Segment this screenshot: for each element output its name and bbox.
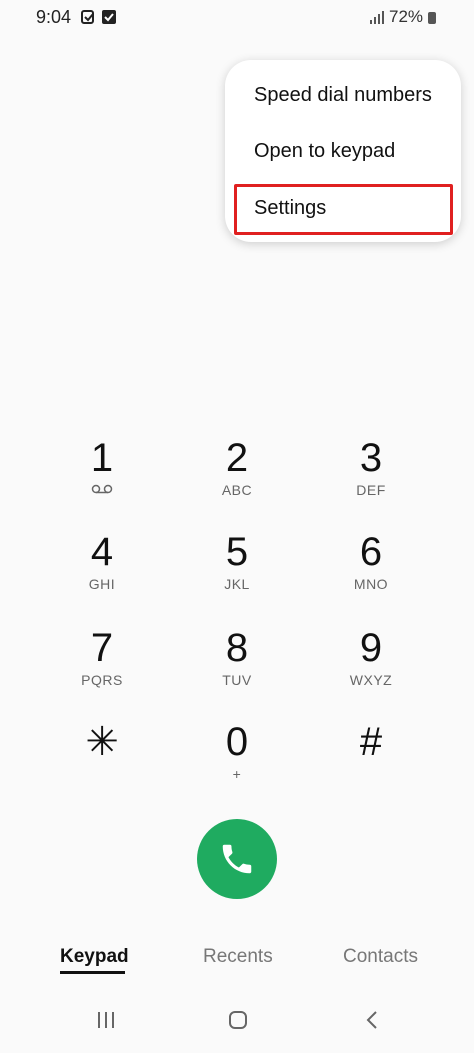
key-letters: JKL — [224, 576, 250, 592]
key-digit: 9 — [359, 626, 383, 670]
active-tab-indicator — [60, 971, 125, 974]
key-digit: 6 — [359, 530, 383, 574]
menu-item-open-to-keypad[interactable]: Open to keypad — [225, 123, 461, 179]
back-icon[interactable] — [364, 1010, 380, 1030]
overflow-menu: Speed dial numbers Open to keypad Settin… — [225, 60, 461, 242]
key-letters: WXYZ — [349, 672, 393, 688]
home-icon[interactable] — [228, 1010, 248, 1030]
key-3[interactable]: 3 DEF — [316, 436, 426, 518]
key-letters: GHI — [88, 576, 116, 592]
key-digit: 0 — [225, 720, 249, 764]
key-letters: DEF — [356, 482, 386, 498]
key-4[interactable]: 4 GHI — [47, 530, 157, 612]
key-0[interactable]: 0 + — [182, 720, 292, 802]
battery-percent: 72% — [389, 7, 424, 26]
tab-contacts[interactable]: Contacts — [343, 946, 418, 968]
key-digit: 7 — [90, 626, 114, 670]
key-digit: ✳ — [85, 720, 119, 764]
key-6[interactable]: 6 MNO — [316, 530, 426, 612]
call-button[interactable] — [197, 819, 277, 899]
tab-recents[interactable]: Recents — [203, 946, 273, 968]
checkbox-icon — [102, 10, 116, 24]
recent-apps-icon[interactable] — [96, 1010, 116, 1030]
key-letters: ABC — [221, 482, 253, 498]
tab-keypad[interactable]: Keypad — [60, 946, 129, 968]
key-letters: + — [232, 766, 242, 782]
key-2[interactable]: 2 ABC — [182, 436, 292, 518]
key-7[interactable]: 7 PQRS — [47, 626, 157, 708]
key-letters: TUV — [222, 672, 252, 688]
menu-item-speed-dial[interactable]: Speed dial numbers — [225, 67, 461, 123]
status-time: 9:04 — [36, 7, 72, 27]
key-8[interactable]: 8 TUV — [182, 626, 292, 708]
key-digit: 5 — [225, 530, 249, 574]
key-star[interactable]: ✳ — [47, 720, 157, 802]
phone-icon — [222, 844, 252, 874]
notification-icon — [81, 10, 94, 24]
key-digit: 2 — [225, 436, 249, 480]
key-9[interactable]: 9 WXYZ — [316, 626, 426, 708]
signal-icon — [370, 11, 384, 24]
settings-highlight-box — [234, 184, 453, 235]
status-bar: 9:04 72% — [0, 0, 474, 36]
battery-icon — [428, 12, 436, 24]
key-digit: 4 — [90, 530, 114, 574]
key-hash[interactable]: # — [316, 720, 426, 802]
voicemail-icon — [91, 484, 113, 494]
key-1[interactable]: 1 — [47, 436, 157, 518]
key-digit: # — [359, 720, 383, 764]
key-5[interactable]: 5 JKL — [182, 530, 292, 612]
key-digit: 1 — [90, 436, 114, 480]
key-letters: MNO — [353, 576, 389, 592]
key-digit: 8 — [225, 626, 249, 670]
key-digit: 3 — [359, 436, 383, 480]
key-letters: PQRS — [81, 672, 123, 688]
